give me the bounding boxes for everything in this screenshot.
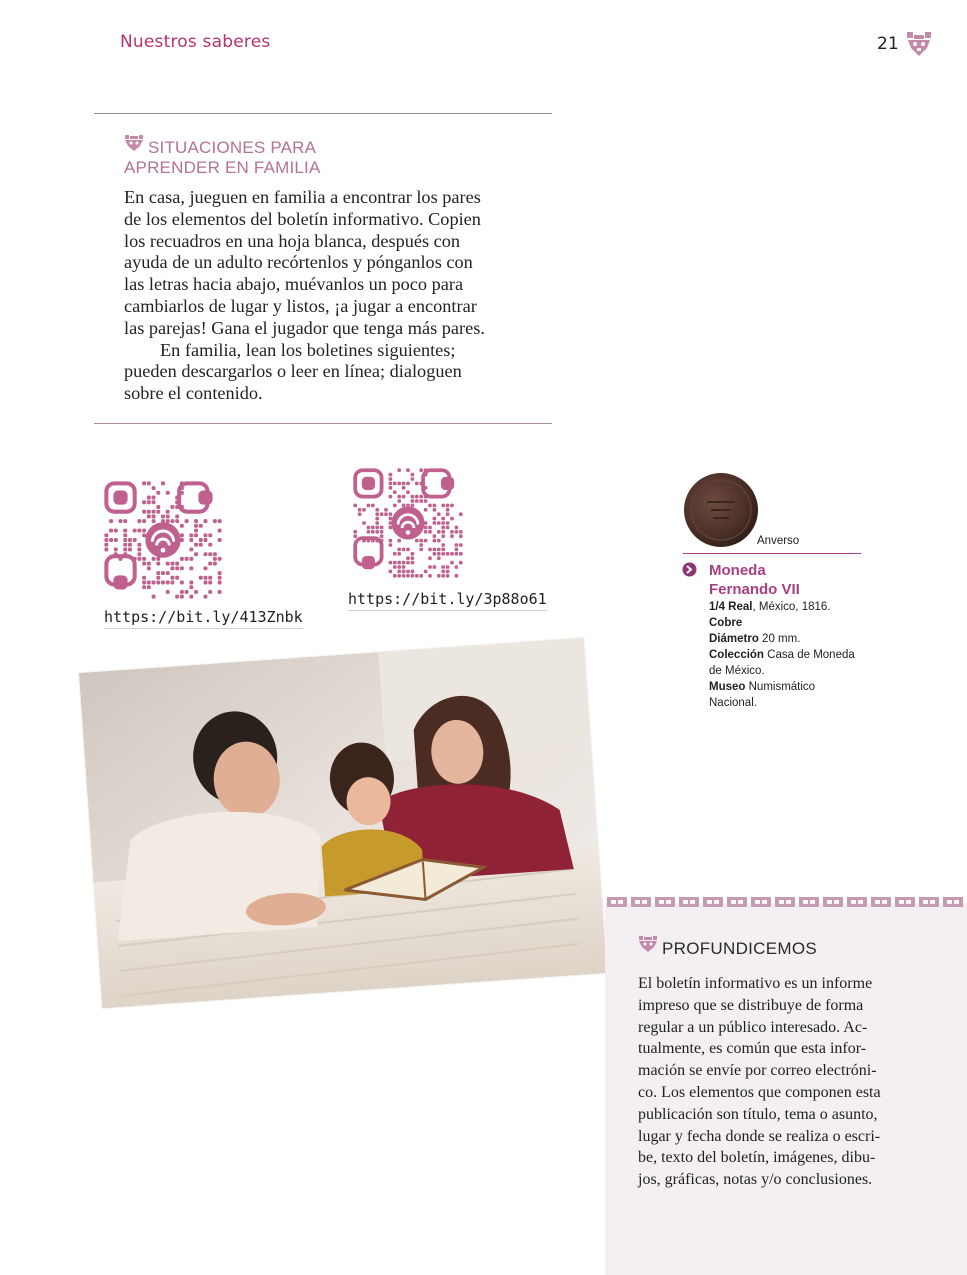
- coin-image: [683, 472, 759, 553]
- page-number: 21: [877, 34, 899, 54]
- text-line: lugar y fecha donde se realiza o escri-: [638, 1127, 881, 1145]
- coin-museo-value-2: Nacional.: [709, 697, 757, 709]
- coin-metal: Cobre: [709, 617, 743, 629]
- text-line: tualmente, es común que esta infor-: [638, 1040, 867, 1058]
- text-line: las letras hacia abajo, muévanlos un poc…: [124, 274, 464, 295]
- text-line: En familia, lean los boletines siguiente…: [160, 339, 456, 360]
- coin-info: Moneda Fernando VII 1/4 Real, México, 18…: [709, 561, 879, 711]
- coin-coleccion-value-2: de México.: [709, 665, 765, 677]
- situaciones-body: En casa, jueguen en familia a encontrar …: [124, 187, 564, 405]
- text-line: sobre el contenido.: [124, 383, 263, 404]
- text-line: pueden descargarlos o leer en línea; dia…: [124, 361, 462, 382]
- top-rule: [94, 113, 552, 114]
- coin-coleccion-label: Colección: [709, 649, 764, 661]
- coin-coleccion-value: Casa de Moneda: [763, 649, 855, 661]
- qr-code-1[interactable]: [104, 481, 222, 604]
- text-line: publicación son título, tema o asunto,: [638, 1105, 878, 1123]
- text-line: cambiarlos de lugar y listos, ¡a jugar a…: [124, 295, 477, 316]
- profundicemos-heading: PROFUNDICEMOS: [662, 939, 818, 958]
- text-line: En casa, jueguen en familia a encontrar …: [124, 187, 481, 207]
- text-line: be, texto del boletín, imágenes, dibu-: [638, 1149, 876, 1167]
- running-header: Nuestros saberes: [120, 32, 271, 52]
- qr-code-2[interactable]: [353, 468, 463, 583]
- coin-diam-value: 20 mm.: [758, 633, 801, 645]
- situaciones-icon: [124, 134, 144, 157]
- text-line: jos, gráficas, notas y/o conclusiones.: [638, 1171, 873, 1189]
- qr-link-2[interactable]: https://bit.ly/3p88o61: [348, 590, 547, 611]
- text-line: regular a un público interesado. Ac-: [638, 1018, 868, 1036]
- text-line: ayuda de un adulto recórtenlos y pónganl…: [124, 252, 473, 273]
- coin-value-label: 1/4 Real: [709, 601, 753, 613]
- decorative-border: [605, 893, 967, 911]
- family-reading-photo: [78, 637, 608, 1009]
- profundicemos-body: El boletín informativo es un informe imp…: [638, 973, 908, 1191]
- text-line: mación se envíe por correo electróni-: [638, 1062, 877, 1080]
- coin-museo-label: Museo: [709, 681, 746, 693]
- text-line: los recuadros en una hoja blanca, despué…: [124, 230, 461, 251]
- text-line: de los elementos del boletín informativo…: [124, 208, 481, 229]
- situaciones-heading-1: SITUACIONES PARA: [148, 138, 317, 157]
- coin-title-1: Moneda: [709, 562, 766, 579]
- coin-title-2: Fernando VII: [709, 581, 800, 598]
- bottom-rule: [94, 423, 552, 424]
- text-line: El boletín informativo es un informe: [638, 975, 873, 992]
- coin-caption: Anverso: [757, 535, 800, 547]
- coin-diam-label: Diámetro: [709, 633, 759, 645]
- qr-link-1[interactable]: https://bit.ly/413Znbk: [104, 608, 303, 629]
- profundicemos-icon: [638, 935, 658, 958]
- situaciones-heading-2: APRENDER EN FAMILIA: [124, 158, 321, 177]
- text-line: impreso que se distribuye de forma: [638, 996, 864, 1014]
- coin-rule: [683, 553, 861, 554]
- coin-value: , México, 1816.: [752, 601, 831, 613]
- text-line: co. Los elementos que componen esta: [638, 1083, 881, 1101]
- text-line: las parejas! Gana el jugador que tenga m…: [124, 317, 485, 338]
- chevron-right-icon: [682, 562, 697, 582]
- coin-museo-value: Numismático: [745, 681, 816, 693]
- ornament-icon: [905, 30, 933, 63]
